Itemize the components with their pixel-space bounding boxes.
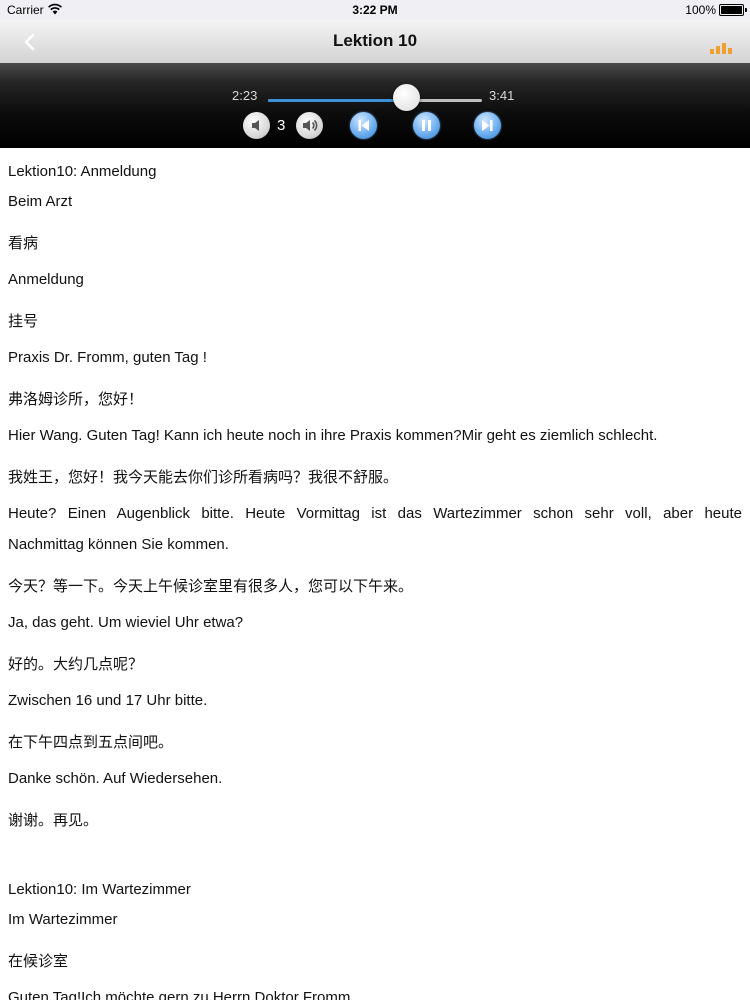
text-line: 我姓王，您好！我今天能去你们诊所看病吗？我很不舒服。 [8, 469, 399, 486]
text-line: Hier Wang. Guten Tag! Kann ich heute noc… [8, 427, 658, 444]
lesson-text: Lektion10: Anmeldung Beim Arzt 看病 Anmeld… [0, 148, 750, 1000]
text-line: 在候诊室 [8, 953, 69, 970]
text-line: Guten Tag!Ich möchte gern zu Herrn Dokto… [8, 989, 355, 1000]
progress-thumb[interactable] [393, 84, 421, 111]
section-heading: Lektion10: Anmeldung [8, 163, 157, 180]
skip-previous-button[interactable] [350, 112, 377, 139]
status-time: 3:22 PM [352, 3, 398, 17]
navigation-bar: Lektion 10 [0, 20, 750, 64]
bar-chart-icon[interactable] [710, 42, 732, 54]
battery-icon [719, 4, 747, 16]
volume-up-button[interactable] [296, 112, 323, 139]
text-line: 今天？等一下。今天上午候诊室里有很多人，您可以下午来。 [8, 578, 414, 595]
audio-player: 2:23 3:41 3 [0, 63, 750, 148]
volume-down-button[interactable] [243, 112, 270, 139]
status-bar: Carrier 3:22 PM 100% [0, 0, 750, 20]
text-line: 看病 [8, 235, 39, 252]
text-line: 弗洛姆诊所，您好！ [8, 391, 144, 408]
skip-next-button[interactable] [474, 112, 501, 139]
section-heading: Lektion10: Im Wartezimmer [8, 881, 191, 898]
pause-icon [422, 120, 431, 131]
page-title: Lektion 10 [332, 31, 418, 50]
text-line: Beim Arzt [8, 193, 73, 210]
current-time: 2:23 [232, 88, 258, 103]
volume-level: 3 [277, 117, 286, 134]
skip-previous-icon [358, 120, 369, 131]
battery-percent: 100% [685, 3, 716, 17]
volume-down-icon [252, 120, 259, 131]
total-time: 3:41 [489, 88, 515, 103]
text-line: 挂号 [8, 313, 39, 330]
text-line: Nachmittag können Sie kommen. [8, 536, 229, 553]
text-line: Anmeldung [8, 271, 84, 288]
text-line: Danke schön. Auf Wiedersehen. [8, 770, 223, 787]
text-line: Praxis Dr. Fromm, guten Tag ! [8, 349, 207, 366]
text-line: 好的。大约几点呢？ [8, 656, 144, 673]
text-line: Im Wartezimmer [8, 911, 118, 928]
pause-button[interactable] [413, 112, 440, 139]
progress-fill [268, 99, 407, 102]
text-line: 谢谢。再见。 [8, 812, 99, 829]
text-line: Ja, das geht. Um wieviel Uhr etwa? [8, 614, 244, 631]
progress-track[interactable] [268, 99, 482, 102]
text-line: Heute? Einen Augenblick bitte. Heute Vor… [8, 505, 742, 522]
skip-next-icon [482, 120, 493, 131]
text-line: Zwischen 16 und 17 Uhr bitte. [8, 692, 208, 709]
volume-up-icon [303, 119, 318, 132]
text-line: 在下午四点到五点间吧。 [8, 734, 174, 751]
